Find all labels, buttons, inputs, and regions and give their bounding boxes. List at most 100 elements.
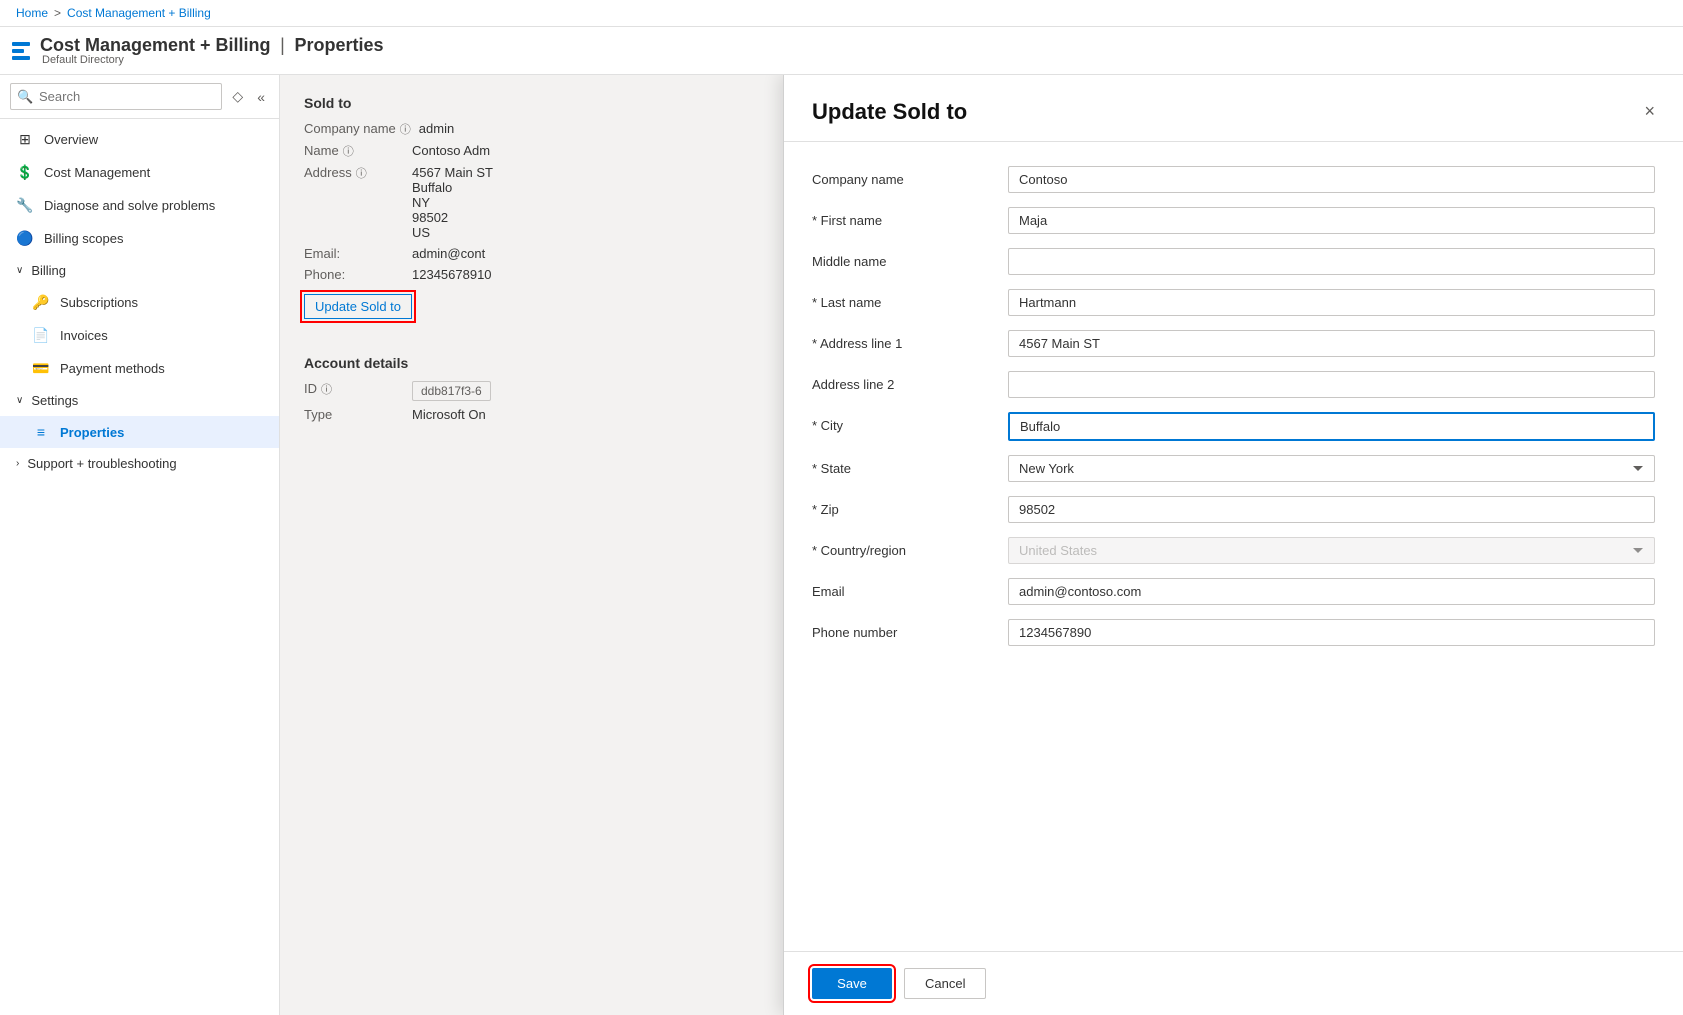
sidebar-section-billing[interactable]: ∨ Billing bbox=[0, 255, 279, 286]
panel-title: Update Sold to bbox=[812, 99, 967, 125]
sidebar-item-billing-scopes-label: Billing scopes bbox=[44, 231, 124, 246]
sidebar-item-subscriptions-label: Subscriptions bbox=[60, 295, 138, 310]
form-label-email: Email bbox=[812, 578, 992, 599]
breadcrumb-home[interactable]: Home bbox=[16, 6, 48, 20]
form-row-last-name: * Last name bbox=[812, 289, 1655, 316]
form-row-email: Email bbox=[812, 578, 1655, 605]
billing-scopes-icon: 🔵 bbox=[16, 230, 34, 247]
sidebar-item-billing-scopes[interactable]: 🔵 Billing scopes bbox=[0, 222, 279, 255]
address-value: 4567 Main ST Buffalo NY 98502 US bbox=[412, 165, 493, 240]
app-header: Cost Management + Billing | Properties D… bbox=[0, 27, 1683, 75]
form-label-country: * Country/region bbox=[812, 537, 992, 558]
email-input[interactable] bbox=[1008, 578, 1655, 605]
payment-methods-icon: 💳 bbox=[32, 360, 50, 377]
city-input[interactable] bbox=[1008, 412, 1655, 441]
form-label-company-name: Company name bbox=[812, 166, 992, 187]
last-name-input[interactable] bbox=[1008, 289, 1655, 316]
breadcrumb-current[interactable]: Cost Management + Billing bbox=[67, 6, 211, 20]
form-label-address2: Address line 2 bbox=[812, 371, 992, 392]
sidebar: 🔍 ◇ « ⊞ Overview 💲 Cost Management 🔧 Dia… bbox=[0, 75, 280, 1015]
sidebar-item-diagnose-label: Diagnose and solve problems bbox=[44, 198, 215, 213]
update-sold-to-button[interactable]: Update Sold to bbox=[304, 294, 412, 319]
account-id-info-icon[interactable]: ⓘ bbox=[321, 381, 332, 397]
sidebar-section-settings-label: Settings bbox=[31, 393, 78, 408]
form-label-city: * City bbox=[812, 412, 992, 433]
company-name-value: admin bbox=[419, 121, 454, 137]
overview-icon: ⊞ bbox=[16, 131, 34, 148]
account-type-label: Type bbox=[304, 407, 404, 422]
form-row-state: * State New York California Texas Florid… bbox=[812, 455, 1655, 482]
sidebar-item-diagnose[interactable]: 🔧 Diagnose and solve problems bbox=[0, 189, 279, 222]
email-value: admin@cont bbox=[412, 246, 485, 261]
country-select[interactable]: United States Canada United Kingdom bbox=[1008, 537, 1655, 564]
app-header-title: Cost Management + Billing | Properties bbox=[40, 35, 384, 56]
sidebar-item-subscriptions[interactable]: 🔑 Subscriptions bbox=[0, 286, 279, 319]
form-row-phone: Phone number bbox=[812, 619, 1655, 646]
sidebar-collapse-icon[interactable]: « bbox=[253, 87, 269, 107]
phone-value: 12345678910 bbox=[412, 267, 492, 282]
breadcrumb-sep: > bbox=[54, 6, 61, 20]
panel-body: Company name * First name Middle name * … bbox=[784, 142, 1683, 951]
sidebar-section-support-label: Support + troubleshooting bbox=[27, 456, 176, 471]
search-input[interactable] bbox=[10, 83, 222, 110]
name-label: Name ⓘ bbox=[304, 143, 404, 159]
form-row-country: * Country/region United States Canada Un… bbox=[812, 537, 1655, 564]
form-row-address1: * Address line 1 bbox=[812, 330, 1655, 357]
sidebar-section-billing-label: Billing bbox=[31, 263, 66, 278]
sidebar-section-support[interactable]: › Support + troubleshooting bbox=[0, 448, 279, 479]
form-row-first-name: * First name bbox=[812, 207, 1655, 234]
phone-label: Phone: bbox=[304, 267, 404, 282]
form-row-address2: Address line 2 bbox=[812, 371, 1655, 398]
form-row-middle-name: Middle name bbox=[812, 248, 1655, 275]
company-name-label: Company name ⓘ bbox=[304, 121, 411, 137]
billing-chevron-icon: ∨ bbox=[16, 265, 23, 276]
company-name-input[interactable] bbox=[1008, 166, 1655, 193]
support-chevron-icon: › bbox=[16, 458, 19, 469]
middle-name-input[interactable] bbox=[1008, 248, 1655, 275]
state-select[interactable]: New York California Texas Florida bbox=[1008, 455, 1655, 482]
name-info-icon[interactable]: ⓘ bbox=[343, 143, 354, 159]
address1-input[interactable] bbox=[1008, 330, 1655, 357]
panel-header: Update Sold to × bbox=[784, 75, 1683, 142]
sidebar-item-cost-management[interactable]: 💲 Cost Management bbox=[0, 156, 279, 189]
sidebar-item-payment-methods[interactable]: 💳 Payment methods bbox=[0, 352, 279, 385]
phone-input[interactable] bbox=[1008, 619, 1655, 646]
form-label-middle-name: Middle name bbox=[812, 248, 992, 269]
sidebar-item-properties[interactable]: ≡ Properties bbox=[0, 416, 279, 448]
subscriptions-icon: 🔑 bbox=[32, 294, 50, 311]
form-label-phone: Phone number bbox=[812, 619, 992, 640]
properties-icon: ≡ bbox=[32, 424, 50, 440]
panel-close-button[interactable]: × bbox=[1644, 101, 1655, 122]
search-icon: 🔍 bbox=[17, 89, 33, 105]
settings-chevron-icon: ∨ bbox=[16, 395, 23, 406]
diagnose-icon: 🔧 bbox=[16, 197, 34, 214]
invoices-icon: 📄 bbox=[32, 327, 50, 344]
sidebar-item-properties-label: Properties bbox=[60, 425, 124, 440]
address-label: Address ⓘ bbox=[304, 165, 404, 240]
update-sold-to-panel: Update Sold to × Company name * First na… bbox=[783, 75, 1683, 1015]
cancel-button[interactable]: Cancel bbox=[904, 968, 986, 999]
account-id-value: ddb817f3-6 bbox=[412, 381, 491, 401]
address-info-icon[interactable]: ⓘ bbox=[356, 165, 367, 181]
save-button[interactable]: Save bbox=[812, 968, 892, 999]
sidebar-item-cost-management-label: Cost Management bbox=[44, 165, 150, 180]
form-label-first-name: * First name bbox=[812, 207, 992, 228]
zip-input[interactable] bbox=[1008, 496, 1655, 523]
panel-footer: Save Cancel bbox=[784, 951, 1683, 1015]
first-name-input[interactable] bbox=[1008, 207, 1655, 234]
breadcrumb: Home > Cost Management + Billing bbox=[0, 0, 1683, 27]
cost-management-icon: 💲 bbox=[16, 164, 34, 181]
company-name-info-icon[interactable]: ⓘ bbox=[400, 121, 411, 137]
address2-input[interactable] bbox=[1008, 371, 1655, 398]
sidebar-section-settings[interactable]: ∨ Settings bbox=[0, 385, 279, 416]
sidebar-expand-icon[interactable]: ◇ bbox=[228, 86, 247, 107]
sidebar-search-container: 🔍 ◇ « bbox=[0, 75, 279, 119]
form-row-city: * City bbox=[812, 412, 1655, 441]
account-id-label: ID ⓘ bbox=[304, 381, 404, 401]
name-value: Contoso Adm bbox=[412, 143, 490, 159]
sidebar-item-payment-methods-label: Payment methods bbox=[60, 361, 165, 376]
form-row-zip: * Zip bbox=[812, 496, 1655, 523]
content-area: Sold to Company name ⓘ admin Name ⓘ Cont… bbox=[280, 75, 1683, 1015]
sidebar-item-overview[interactable]: ⊞ Overview bbox=[0, 123, 279, 156]
sidebar-item-invoices[interactable]: 📄 Invoices bbox=[0, 319, 279, 352]
